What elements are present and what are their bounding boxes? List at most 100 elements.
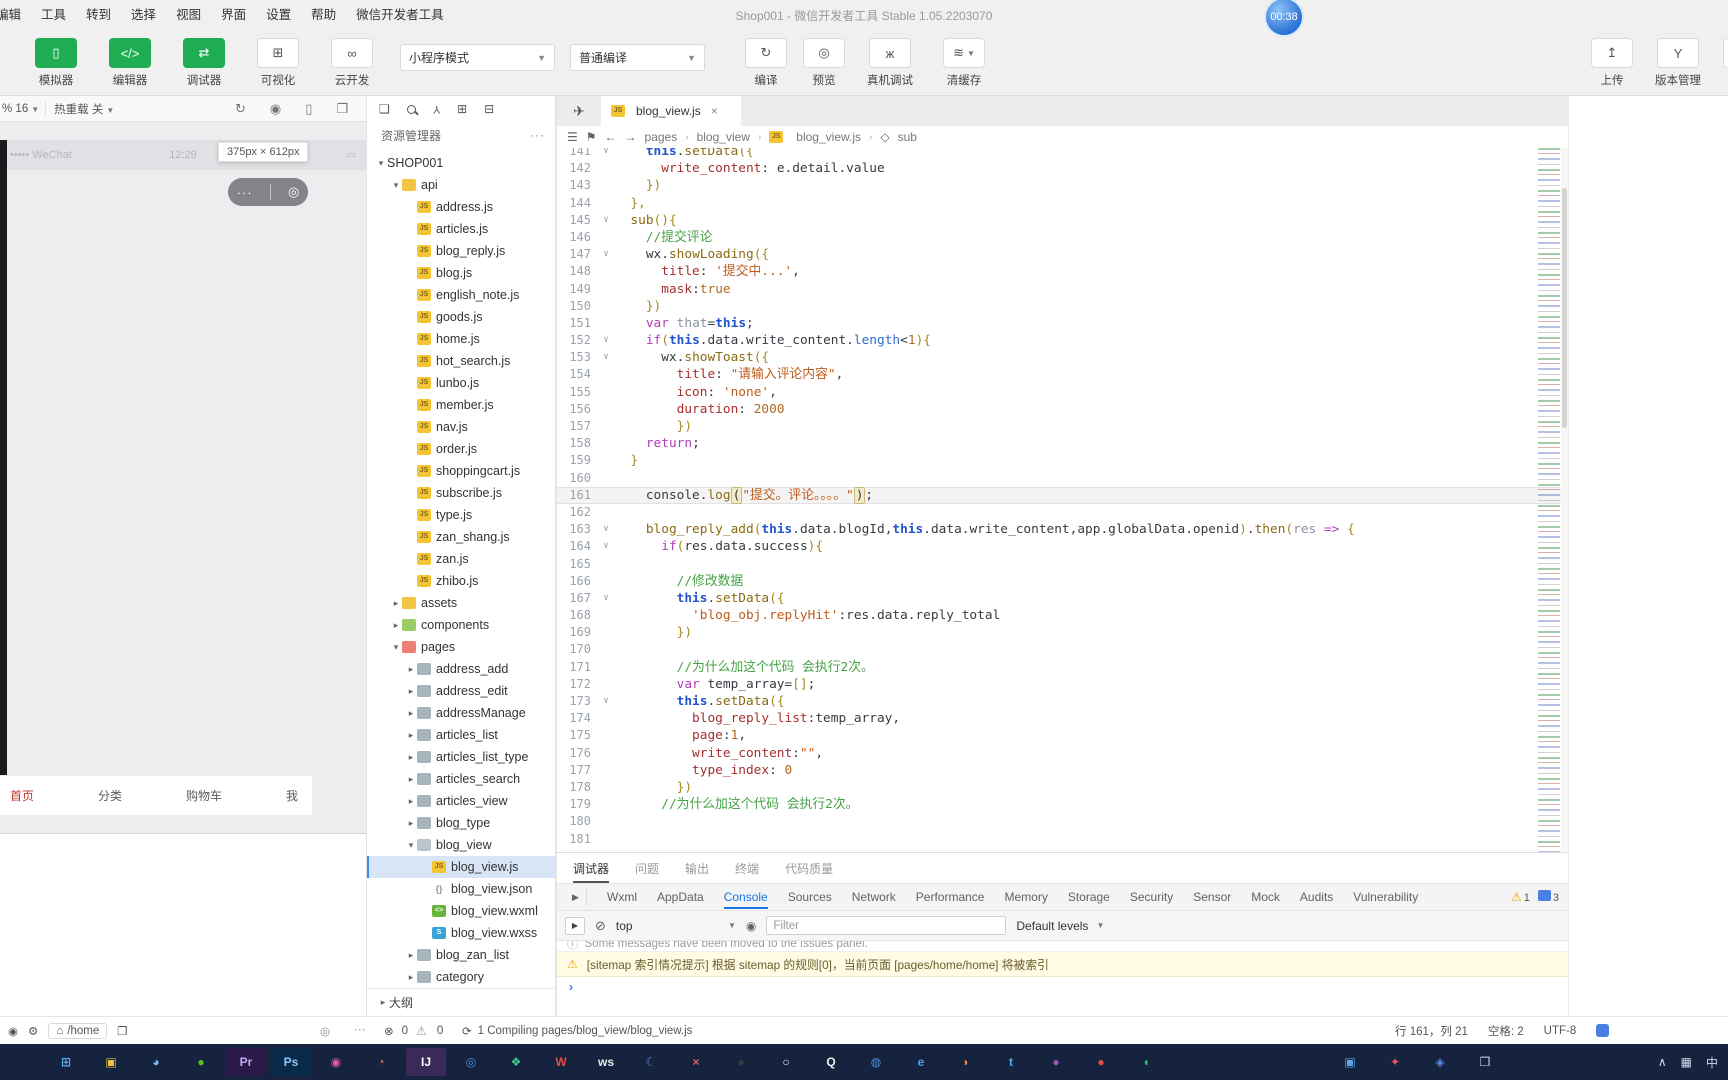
- code-line-149[interactable]: 149 mask:true: [557, 281, 1569, 298]
- code-line-171[interactable]: 171 //为什么加这个代码 会执行2次。: [557, 659, 1569, 676]
- menu-item[interactable]: 选择: [121, 0, 166, 30]
- console-prompt[interactable]: ›: [557, 977, 1569, 997]
- code-line-181[interactable]: 181: [557, 831, 1569, 848]
- debug-tab-代码质量[interactable]: 代码质量: [785, 860, 833, 877]
- tree-item-articles-js[interactable]: JSarticles.js: [367, 218, 555, 240]
- feedback-icon[interactable]: [1596, 1024, 1609, 1037]
- taskbar-icon-explorer[interactable]: ▣: [91, 1048, 131, 1076]
- console-filter-input[interactable]: [766, 916, 1006, 935]
- close-icon[interactable]: ×: [711, 104, 718, 118]
- tree-item-blog_view-wxss[interactable]: Sblog_view.wxss: [367, 922, 555, 944]
- current-page-chip[interactable]: ⌂/home: [48, 1023, 107, 1039]
- taskbar-icon-app-purple[interactable]: ●: [1036, 1048, 1076, 1076]
- taskbar-icon-photoshop[interactable]: Ps: [271, 1048, 311, 1076]
- tree-item-zhibo-js[interactable]: JSzhibo.js: [367, 570, 555, 592]
- taskbar-icon-app-w[interactable]: W: [541, 1048, 581, 1076]
- code-line-165[interactable]: 165: [557, 556, 1569, 573]
- exit-icon[interactable]: ◎: [288, 184, 299, 200]
- simulator-screen[interactable]: ••••• WeChat 12:29 ▭ 375px × 612px ··· ◎…: [0, 122, 366, 1016]
- code-line-151[interactable]: 151 var that=this;: [557, 315, 1569, 332]
- debug-tab-输出[interactable]: 输出: [685, 860, 709, 877]
- tree-item-english_note-js[interactable]: JSenglish_note.js: [367, 284, 555, 306]
- devtools-tab-performance[interactable]: Performance: [916, 890, 985, 904]
- code-line-142[interactable]: 142 write_content: e.detail.value: [557, 160, 1569, 177]
- tool-debugger[interactable]: ⇄调试器: [172, 38, 236, 88]
- tree-item-address_add[interactable]: ▸address_add: [367, 658, 555, 680]
- taskbar-icon-wps[interactable]: ws: [586, 1048, 626, 1076]
- clear-console-icon[interactable]: ⊘: [595, 918, 606, 934]
- more-icon[interactable]: ···: [237, 185, 253, 200]
- taskbar-icon-tray-app-1[interactable]: ▣: [1330, 1048, 1370, 1076]
- code-line-167[interactable]: 167∨ this.setData({: [557, 590, 1569, 607]
- code-line-148[interactable]: 148 title: '提交中...',: [557, 263, 1569, 280]
- record-icon[interactable]: ◉: [270, 101, 281, 117]
- menu-item[interactable]: 转到: [76, 0, 121, 30]
- tool-version[interactable]: Y版本管理: [1646, 38, 1710, 88]
- cursor-position[interactable]: 行 161，列 21: [1395, 1023, 1468, 1039]
- devtools-tab-security[interactable]: Security: [1130, 890, 1173, 904]
- tree-item-blog_view-wxml[interactable]: <>blog_view.wxml: [367, 900, 555, 922]
- menu-item[interactable]: 设置: [256, 0, 301, 30]
- tree-item-blog_view-js[interactable]: JSblog_view.js: [367, 856, 555, 878]
- debug-tab-调试器[interactable]: 调试器: [573, 860, 609, 883]
- tree-item-zan_shang-js[interactable]: JSzan_shang.js: [367, 526, 555, 548]
- tree-item-articles_list[interactable]: ▸articles_list: [367, 724, 555, 746]
- fold-icon[interactable]: ∨: [597, 212, 615, 229]
- tool-upload[interactable]: ↥上传: [1588, 38, 1636, 88]
- tree-item-address-js[interactable]: JSaddress.js: [367, 196, 555, 218]
- tool-clear-cache[interactable]: ≋▼清缓存: [932, 38, 996, 88]
- list-icon[interactable]: ☰: [567, 130, 578, 144]
- phone-tab-3[interactable]: 购物车: [186, 787, 222, 804]
- taskbar-icon-app-x[interactable]: ×: [676, 1048, 716, 1076]
- phone-icon[interactable]: ▯: [305, 101, 312, 117]
- code-line-164[interactable]: 164∨ if(res.data.success){: [557, 538, 1569, 555]
- code-line-147[interactable]: 147∨ wx.showLoading({: [557, 246, 1569, 263]
- search-icon[interactable]: [407, 105, 416, 114]
- tool-simulator[interactable]: ▯模拟器: [24, 38, 88, 88]
- breadcrumb-item[interactable]: sub: [898, 130, 917, 144]
- taskbar-icon-app-jade[interactable]: ❖: [496, 1048, 536, 1076]
- devtools-tab-storage[interactable]: Storage: [1068, 890, 1110, 904]
- outline-section[interactable]: ▸ 大纲: [367, 988, 555, 1016]
- tool-cloud[interactable]: ∞云开发: [320, 38, 384, 88]
- phone-tab-4[interactable]: 我: [286, 787, 298, 804]
- tree-item-articles_view[interactable]: ▸articles_view: [367, 790, 555, 812]
- back-icon[interactable]: ←: [605, 130, 617, 144]
- more-icon[interactable]: ···: [530, 128, 545, 142]
- tab-blog-view-js[interactable]: JS blog_view.js ×: [601, 96, 741, 126]
- code-line-153[interactable]: 153∨ wx.showToast({: [557, 349, 1569, 366]
- compile-type-dropdown[interactable]: 普通编译 ▼: [570, 44, 705, 71]
- compile-mode-dropdown[interactable]: 小程序模式 ▼: [400, 44, 555, 71]
- code-line-141[interactable]: 141∨ this.setData({: [557, 148, 1569, 160]
- tool-details[interactable]: ☰详情: [1720, 38, 1728, 88]
- tree-item-blog_type[interactable]: ▸blog_type: [367, 812, 555, 834]
- taskbar-icon-app-dark[interactable]: ●: [721, 1048, 761, 1076]
- breadcrumb-item[interactable]: blog_view.js: [796, 130, 861, 144]
- code-line-170[interactable]: 170: [557, 641, 1569, 658]
- tree-item-category[interactable]: ▸category: [367, 966, 555, 988]
- taskbar-icon-app-blue[interactable]: ◕: [136, 1048, 176, 1076]
- warning-badge[interactable]: ⚠1: [1511, 890, 1530, 904]
- taskbar-icon-app-bird[interactable]: t: [991, 1048, 1031, 1076]
- code-line-155[interactable]: 155 icon: 'none',: [557, 384, 1569, 401]
- mini-program-capsule[interactable]: ··· ◎: [228, 178, 308, 206]
- menu-item[interactable]: 微信开发者工具: [346, 0, 454, 30]
- code-line-178[interactable]: 178 }): [557, 779, 1569, 796]
- devtools-tab-mock[interactable]: Mock: [1251, 890, 1280, 904]
- devtools-tab-console[interactable]: Console: [724, 890, 768, 909]
- editor-scrollbar[interactable]: [1561, 148, 1568, 852]
- code-line-179[interactable]: 179 //为什么加这个代码 会执行2次。: [557, 796, 1569, 813]
- tree-item-SHOP001[interactable]: ▾SHOP001: [367, 152, 555, 174]
- breadcrumb-item[interactable]: blog_view: [697, 130, 750, 144]
- menu-item[interactable]: 编辑: [0, 0, 31, 30]
- menu-item[interactable]: 视图: [166, 0, 211, 30]
- refresh-icon[interactable]: ↻: [235, 101, 246, 117]
- phone-tab-2[interactable]: 分类: [98, 787, 122, 804]
- fold-icon[interactable]: ∨: [597, 349, 615, 366]
- taskbar-icon-app-ring[interactable]: ○: [766, 1048, 806, 1076]
- record-icon[interactable]: ◉: [8, 1024, 18, 1038]
- fold-icon[interactable]: ∨: [597, 693, 615, 710]
- code-line-145[interactable]: 145∨ sub(){: [557, 212, 1569, 229]
- fold-icon[interactable]: ∨: [597, 332, 615, 349]
- devtools-tab-memory[interactable]: Memory: [1004, 890, 1047, 904]
